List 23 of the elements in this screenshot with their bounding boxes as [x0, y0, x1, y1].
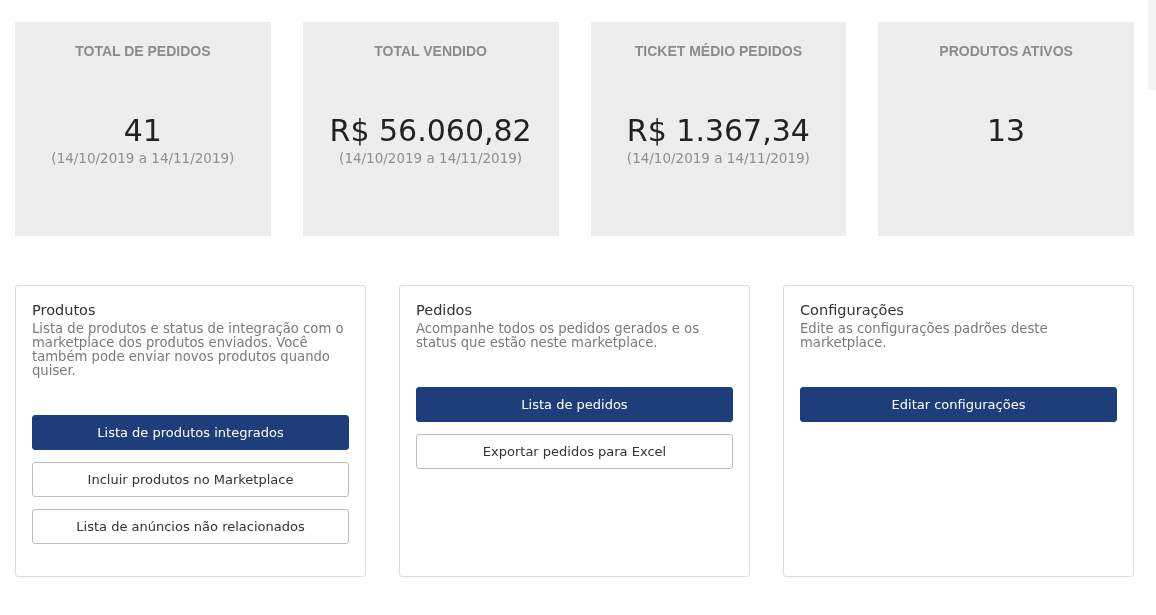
panel-title: Produtos	[32, 301, 97, 319]
stat-period: (14/10/2019 a 14/11/2019)	[626, 150, 810, 166]
stat-period: (14/10/2019 a 14/11/2019)	[339, 150, 523, 166]
outline-button[interactable]: Incluir produtos no Marketplace	[32, 462, 349, 497]
primary-button[interactable]: Editar configurações	[800, 387, 1117, 422]
stat-value: R$ 1.367,34	[626, 112, 810, 150]
panel-title: Configurações	[800, 301, 905, 319]
panel-title: Pedidos	[416, 301, 473, 319]
panel-description: Edite as configurações padrões deste marketplace.	[800, 322, 1049, 350]
outline-button[interactable]: Exportar pedidos para Excel	[416, 434, 733, 469]
stat-title: PRODUTOS ATIVOS	[939, 43, 1073, 59]
stat-title: TOTAL VENDIDO	[374, 43, 487, 59]
outline-button[interactable]: Lista de anúncios não relacionados	[32, 509, 349, 544]
panel-description: Lista de produtos e status de integração com o marketplace dos produtos enviados. Você também pode enviar novos produtos quando quiser.	[32, 322, 345, 378]
primary-button[interactable]: Lista de produtos integrados	[32, 415, 349, 450]
stat-period: (14/10/2019 a 14/11/2019)	[51, 150, 235, 166]
panel-description: Acompanhe todos os pedidos gerados e os status que estão neste marketplace.	[416, 322, 701, 350]
stat-title: TOTAL DE PEDIDOS	[75, 43, 211, 59]
stat-value: 13	[987, 112, 1026, 150]
stat-value: R$ 56.060,82	[329, 112, 532, 150]
stat-title: TICKET MÉDIO PEDIDOS	[634, 43, 802, 59]
stat-value: 41	[123, 112, 162, 150]
primary-button[interactable]: Lista de pedidos	[416, 387, 733, 422]
